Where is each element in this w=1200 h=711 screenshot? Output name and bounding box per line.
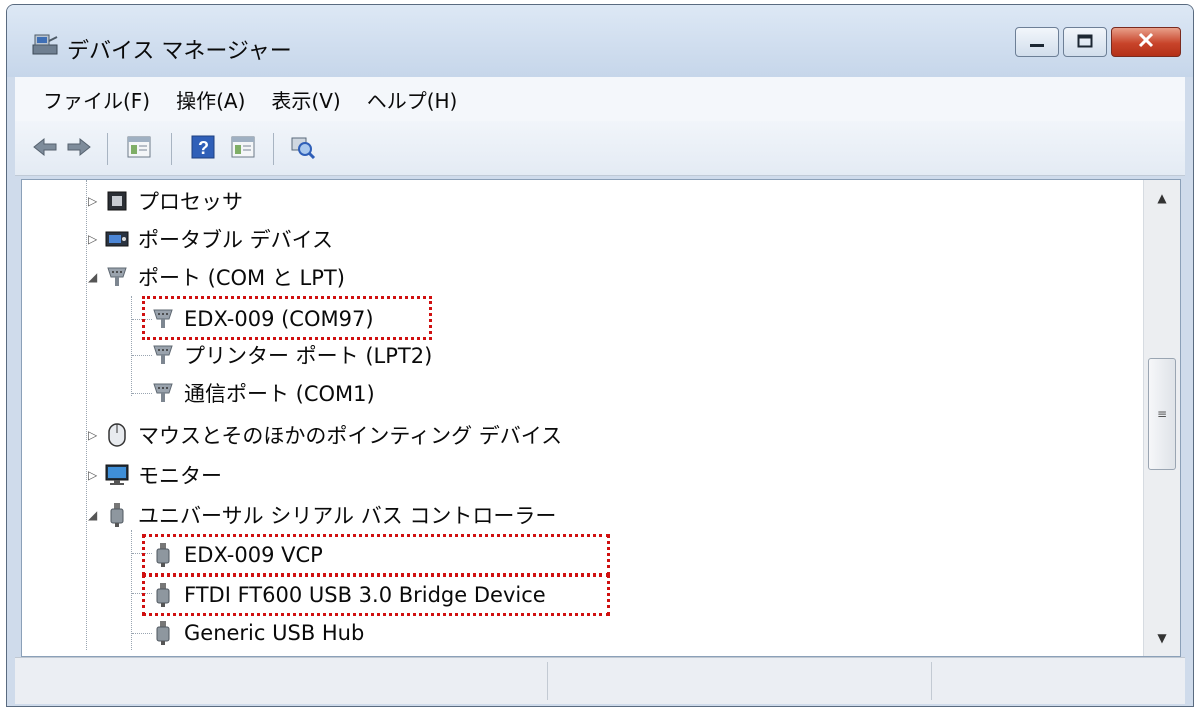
- port-icon: [150, 342, 176, 368]
- svg-text:?: ?: [198, 138, 209, 158]
- tree-item-ports[interactable]: ポート (COM と LPT): [104, 258, 345, 296]
- arrow-down-icon: ▼: [1157, 631, 1167, 645]
- monitor-icon: [104, 462, 130, 488]
- menu-view[interactable]: 表示(V): [271, 85, 340, 114]
- scroll-up-button[interactable]: ▲: [1144, 180, 1180, 216]
- expand-icon[interactable]: ▷: [88, 232, 97, 246]
- scan-hardware-button[interactable]: [289, 135, 317, 163]
- details-icon: [231, 136, 255, 162]
- back-button[interactable]: [31, 135, 59, 163]
- scroll-down-button[interactable]: ▼: [1144, 620, 1180, 656]
- close-icon: [1138, 32, 1154, 52]
- mouse-icon: [104, 422, 130, 448]
- grip-icon: ≡: [1156, 407, 1168, 421]
- tree-item-printer-port[interactable]: プリンター ポート (LPT2): [150, 336, 432, 374]
- expand-icon[interactable]: ▷: [88, 194, 97, 208]
- tree-item-monitors[interactable]: モニター: [104, 456, 222, 494]
- device-tree: ▷ プロセッサ ▷ ポータブル デバイス ◢ ポート (COM と LPT) E…: [21, 179, 1181, 657]
- tree-item-portable-devices[interactable]: ポータブル デバイス: [104, 220, 333, 258]
- collapse-icon[interactable]: ◢: [88, 270, 97, 284]
- minimize-button[interactable]: [1015, 27, 1059, 57]
- collapse-icon[interactable]: ◢: [88, 508, 97, 522]
- tree-item-com1[interactable]: 通信ポート (COM1): [150, 374, 375, 412]
- portable-device-icon: [104, 226, 130, 252]
- expand-icon[interactable]: ▷: [88, 468, 97, 482]
- close-button[interactable]: [1111, 27, 1181, 57]
- maximize-icon: [1077, 33, 1093, 52]
- tree-item-mice[interactable]: マウスとそのほかのポインティング デバイス: [104, 416, 562, 454]
- menu-help[interactable]: ヘルプ(H): [367, 85, 458, 114]
- device-manager-window: デバイス マネージャー ファイル(F) 操作(A) 表示(V) ヘルプ(H) ?…: [6, 4, 1194, 707]
- usb-icon: [104, 502, 130, 528]
- tree-item-generic-usb-hub[interactable]: Generic USB Hub: [150, 614, 364, 652]
- properties-icon: [127, 136, 151, 162]
- window-title: デバイス マネージャー: [67, 39, 292, 64]
- properties-button[interactable]: [125, 135, 153, 163]
- device-manager-icon: [31, 31, 61, 57]
- status-bar: [15, 657, 1185, 704]
- usb-icon: [150, 620, 176, 646]
- vertical-scrollbar[interactable]: ▲ ≡ ▼: [1143, 180, 1180, 656]
- tree-item-processor[interactable]: プロセッサ: [104, 182, 243, 220]
- help-icon: ?: [191, 135, 215, 163]
- highlight-box: [142, 534, 610, 576]
- port-icon: [150, 380, 176, 406]
- menu-action[interactable]: 操作(A): [176, 85, 245, 114]
- highlight-box: [142, 574, 610, 616]
- back-arrow-icon: [32, 137, 58, 161]
- details-button[interactable]: [229, 135, 257, 163]
- minimize-icon: [1029, 33, 1045, 52]
- help-button[interactable]: ?: [189, 135, 217, 163]
- scan-hardware-icon: [290, 135, 316, 163]
- expand-icon[interactable]: ▷: [88, 428, 97, 442]
- maximize-button[interactable]: [1063, 27, 1107, 57]
- processor-icon: [104, 188, 130, 214]
- port-icon: [104, 264, 130, 290]
- forward-arrow-icon: [66, 137, 92, 161]
- title-bar[interactable]: デバイス マネージャー: [7, 5, 1193, 77]
- scrollbar-thumb[interactable]: ≡: [1148, 358, 1176, 470]
- arrow-up-icon: ▲: [1157, 191, 1167, 205]
- forward-button[interactable]: [65, 135, 93, 163]
- tree-item-usb-controllers[interactable]: ユニバーサル シリアル バス コントローラー: [104, 496, 556, 534]
- menu-bar: ファイル(F) 操作(A) 表示(V) ヘルプ(H): [15, 77, 1185, 122]
- highlight-box: [142, 296, 432, 340]
- menu-file[interactable]: ファイル(F): [43, 85, 150, 114]
- toolbar: ?: [15, 121, 1185, 176]
